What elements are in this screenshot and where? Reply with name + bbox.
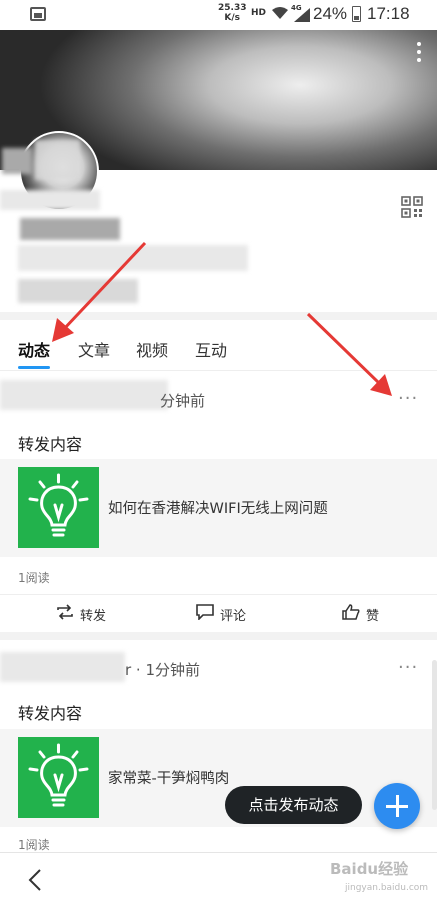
signal-icon [294, 8, 310, 22]
hd-indicator: HD [251, 8, 267, 18]
status-bar: 25.33 K/s HD 4G 24% 17:18 [0, 0, 437, 30]
gallery-notification-icon [30, 7, 46, 21]
battery-percent: 24% [313, 4, 348, 23]
speed-unit: K/s [224, 13, 241, 23]
clock: 17:18 [367, 4, 410, 23]
network-speed: 25.33 K/s [218, 3, 246, 23]
wifi-icon [272, 7, 288, 19]
annotation-arrows [52, 241, 392, 396]
annotation-arrow-to-more [306, 312, 392, 396]
battery-icon [352, 6, 361, 22]
speed-value: 25.33 [218, 3, 247, 13]
annotation-arrow-to-tab [52, 241, 147, 342]
